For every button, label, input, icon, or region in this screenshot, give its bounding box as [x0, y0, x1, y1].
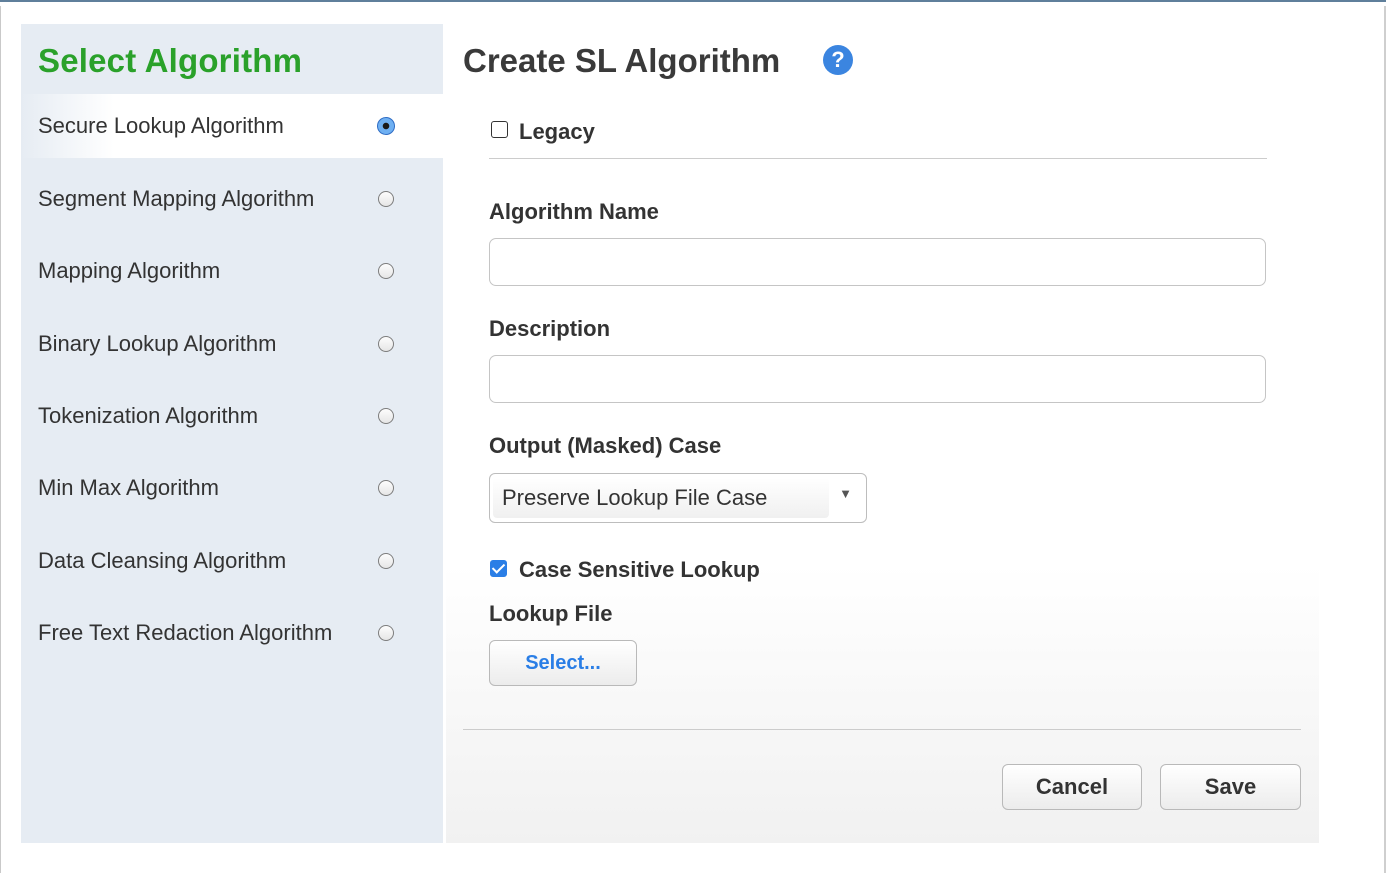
algorithm-option-label: Mapping Algorithm: [38, 258, 221, 283]
dropdown-arrow-icon: ▼: [839, 486, 852, 501]
page-title: Create SL Algorithm: [463, 42, 781, 79]
window-top-border: [0, 0, 1386, 6]
help-icon[interactable]: ?: [823, 45, 853, 75]
legacy-checkbox[interactable]: [491, 121, 508, 138]
case-sensitive-checkbox[interactable]: [490, 560, 507, 577]
window-left-border: [0, 6, 8, 873]
select-file-button[interactable]: Select...: [489, 640, 637, 686]
algorithm-option-mapping[interactable]: Mapping Algorithm: [21, 239, 443, 303]
algorithm-option-min-max[interactable]: Min Max Algorithm: [21, 456, 443, 520]
radio-button[interactable]: [378, 480, 394, 496]
case-sensitive-label: Case Sensitive Lookup: [519, 557, 760, 582]
radio-button[interactable]: [378, 625, 394, 641]
legacy-label: Legacy: [519, 119, 595, 144]
algorithm-option-segment-mapping[interactable]: Segment Mapping Algorithm: [21, 167, 443, 231]
window-right-border: [1378, 6, 1386, 873]
cancel-button[interactable]: Cancel: [1002, 764, 1142, 810]
save-button[interactable]: Save: [1160, 764, 1301, 810]
algorithm-name-input[interactable]: [489, 238, 1266, 286]
algorithm-option-label: Secure Lookup Algorithm: [38, 113, 284, 138]
algorithm-name-label: Algorithm Name: [489, 199, 659, 224]
algorithm-option-data-cleansing[interactable]: Data Cleansing Algorithm: [21, 529, 443, 593]
algorithm-option-label: Tokenization Algorithm: [38, 403, 259, 428]
radio-button[interactable]: [378, 263, 394, 279]
description-input[interactable]: [489, 355, 1266, 403]
algorithm-option-secure-lookup[interactable]: Secure Lookup Algorithm: [21, 94, 443, 158]
output-case-select[interactable]: Preserve Lookup File Case ▼: [489, 473, 867, 523]
create-algorithm-form: Create SL Algorithm ? Legacy Algorithm N…: [446, 24, 1319, 843]
radio-button[interactable]: [378, 553, 394, 569]
description-label: Description: [489, 316, 611, 341]
algorithm-option-label: Segment Mapping Algorithm: [38, 186, 315, 211]
legacy-divider: [489, 158, 1267, 159]
algorithm-option-label: Free Text Redaction Algorithm: [38, 620, 333, 645]
algorithm-sidebar: Select Algorithm Secure Lookup Algorithm…: [21, 24, 443, 843]
radio-button[interactable]: [378, 336, 394, 352]
radio-button[interactable]: [378, 191, 394, 207]
footer-divider: [463, 729, 1301, 730]
sidebar-title: Select Algorithm: [38, 42, 303, 79]
algorithm-option-label: Binary Lookup Algorithm: [38, 331, 277, 356]
lookup-file-label: Lookup File: [489, 601, 613, 626]
algorithm-option-tokenization[interactable]: Tokenization Algorithm: [21, 384, 443, 448]
algorithm-option-free-text-redaction[interactable]: Free Text Redaction Algorithm: [21, 601, 443, 665]
output-case-value: Preserve Lookup File Case: [493, 478, 829, 518]
radio-button[interactable]: [378, 408, 394, 424]
algorithm-option-binary-lookup[interactable]: Binary Lookup Algorithm: [21, 312, 443, 376]
radio-button[interactable]: [377, 117, 395, 135]
algorithm-option-label: Data Cleansing Algorithm: [38, 548, 287, 573]
output-case-label: Output (Masked) Case: [489, 433, 722, 458]
algorithm-option-label: Min Max Algorithm: [38, 475, 219, 500]
